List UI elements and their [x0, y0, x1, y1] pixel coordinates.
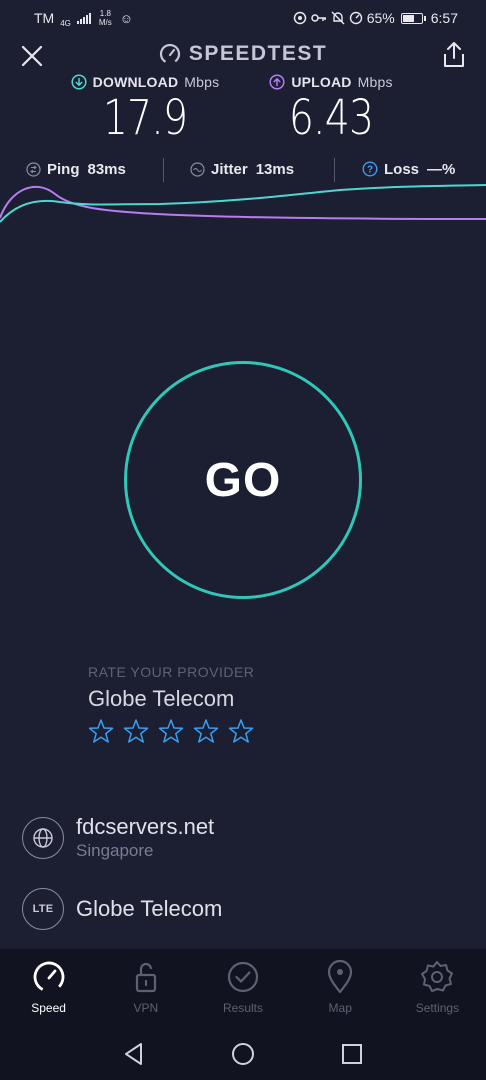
upload-unit: Mbps: [357, 74, 393, 90]
upload-label: UPLOAD: [291, 74, 352, 90]
status-left: TM 4G 1.8 M/s ☺: [34, 9, 133, 28]
speed-graph: [0, 184, 486, 223]
lock-icon: [135, 962, 156, 993]
speedometer-icon: [33, 961, 64, 993]
signal-icon: [76, 12, 91, 24]
check-circle-icon: [227, 961, 259, 993]
rate-provider-name: Globe Telecom: [88, 686, 235, 711]
battery-icon: [400, 12, 426, 24]
go-button[interactable]: GO: [124, 361, 362, 599]
share-icon[interactable]: [440, 40, 468, 70]
tab-label: Map: [328, 1001, 352, 1015]
bell-muted-icon: [331, 11, 345, 25]
rate-title: RATE YOUR PROVIDER: [88, 664, 255, 680]
carrier-name: TM: [34, 10, 55, 26]
tab-settings[interactable]: Settings: [389, 949, 486, 1027]
status-bar: TM 4G 1.8 M/s ☺ 65% 6:57: [0, 0, 486, 36]
lte-icon-text: LTE: [32, 903, 54, 915]
app-header: SPEEDTEST: [0, 36, 486, 74]
tab-label: VPN: [133, 1001, 159, 1015]
stats-divider: [334, 158, 335, 182]
star-icon[interactable]: [228, 718, 254, 744]
tab-speed[interactable]: Speed: [0, 949, 97, 1027]
carrier-info: LTE Globe Telecom: [22, 888, 462, 930]
upload-metric: UPLOAD Mbps 6.43: [236, 74, 426, 144]
svg-text:?: ?: [367, 165, 373, 176]
app-title: SPEEDTEST: [0, 42, 486, 66]
gear-icon: [421, 961, 454, 992]
carrier-name: Globe Telecom: [76, 896, 223, 921]
loss-value: —%: [427, 160, 456, 178]
tab-label: Settings: [415, 1001, 460, 1015]
help-icon[interactable]: ?: [362, 161, 378, 177]
speed-metrics: DOWNLOAD Mbps 17.9 UPLOAD Mbps 6.43: [0, 74, 486, 154]
app-title-text: SPEEDTEST: [188, 42, 328, 65]
download-metric: DOWNLOAD Mbps 17.9: [50, 74, 240, 144]
bottom-tab-bar: Speed VPN Results Map Settings: [0, 949, 486, 1027]
ping-label: Ping: [47, 160, 80, 178]
tab-map[interactable]: Map: [292, 949, 389, 1027]
tab-label: Results: [223, 1001, 264, 1015]
tab-vpn[interactable]: VPN: [97, 949, 194, 1027]
upload-value: 6.43: [288, 90, 374, 146]
recents-icon[interactable]: [339, 1041, 365, 1067]
upload-label-row: UPLOAD Mbps: [236, 74, 426, 90]
star-icon[interactable]: [158, 718, 184, 744]
download-label-row: DOWNLOAD Mbps: [50, 74, 240, 90]
network-type: 4G: [60, 18, 71, 28]
server-location: Singapore: [76, 841, 154, 860]
go-label: GO: [204, 453, 282, 507]
lte-icon: LTE: [22, 888, 64, 930]
globe-glyph: [33, 827, 53, 848]
emoji-status-icon: ☺: [119, 10, 134, 26]
ping-icon: [26, 161, 41, 177]
upload-arrow-icon: [269, 74, 285, 90]
download-value: 17.9: [102, 90, 188, 146]
loss-stat[interactable]: ? Loss —%: [362, 161, 455, 178]
data-speed-unit: M/s: [98, 18, 112, 27]
server-name: fdcservers.net: [76, 814, 215, 839]
speedometer-status-icon: [349, 11, 362, 25]
loss-label: Loss: [384, 160, 420, 178]
stats-divider: [163, 158, 164, 182]
speedtest-logo-icon: [159, 43, 180, 65]
status-right: 65% 6:57: [293, 10, 458, 26]
tab-results[interactable]: Results: [194, 949, 291, 1027]
jitter-stat: Jitter 13ms: [190, 161, 294, 178]
key-icon: [310, 14, 326, 22]
data-speed: 1.8 M/s: [99, 9, 112, 27]
tab-label: Speed: [31, 1001, 66, 1015]
server-info: fdcservers.net Singapore: [76, 814, 214, 861]
star-icon[interactable]: [193, 718, 219, 744]
download-unit: Mbps: [184, 74, 220, 90]
server-selector[interactable]: fdcservers.net Singapore: [22, 814, 462, 861]
ping-value: 83ms: [87, 160, 126, 178]
battery-percent: 65%: [366, 10, 395, 26]
ping-stat: Ping 83ms: [26, 161, 126, 178]
map-pin-icon: [328, 959, 353, 994]
rate-provider: RATE YOUR PROVIDER Globe Telecom: [88, 664, 388, 744]
jitter-value: 13ms: [255, 160, 295, 178]
vpn-shield-icon: [293, 11, 306, 25]
jitter-label: Jitter: [211, 160, 248, 178]
data-speed-value: 1.8: [99, 9, 111, 18]
globe-icon: [22, 816, 64, 859]
home-icon[interactable]: [230, 1041, 256, 1067]
system-nav-bar: [0, 1027, 486, 1080]
carrier-text: Globe Telecom: [76, 896, 222, 922]
clock: 6:57: [430, 10, 458, 26]
jitter-icon: [190, 161, 205, 177]
star-icon[interactable]: [88, 718, 114, 744]
star-icon[interactable]: [123, 718, 149, 744]
back-icon[interactable]: [121, 1041, 147, 1067]
download-label: DOWNLOAD: [92, 74, 179, 90]
star-rating: [88, 718, 388, 744]
download-arrow-icon: [71, 74, 87, 90]
